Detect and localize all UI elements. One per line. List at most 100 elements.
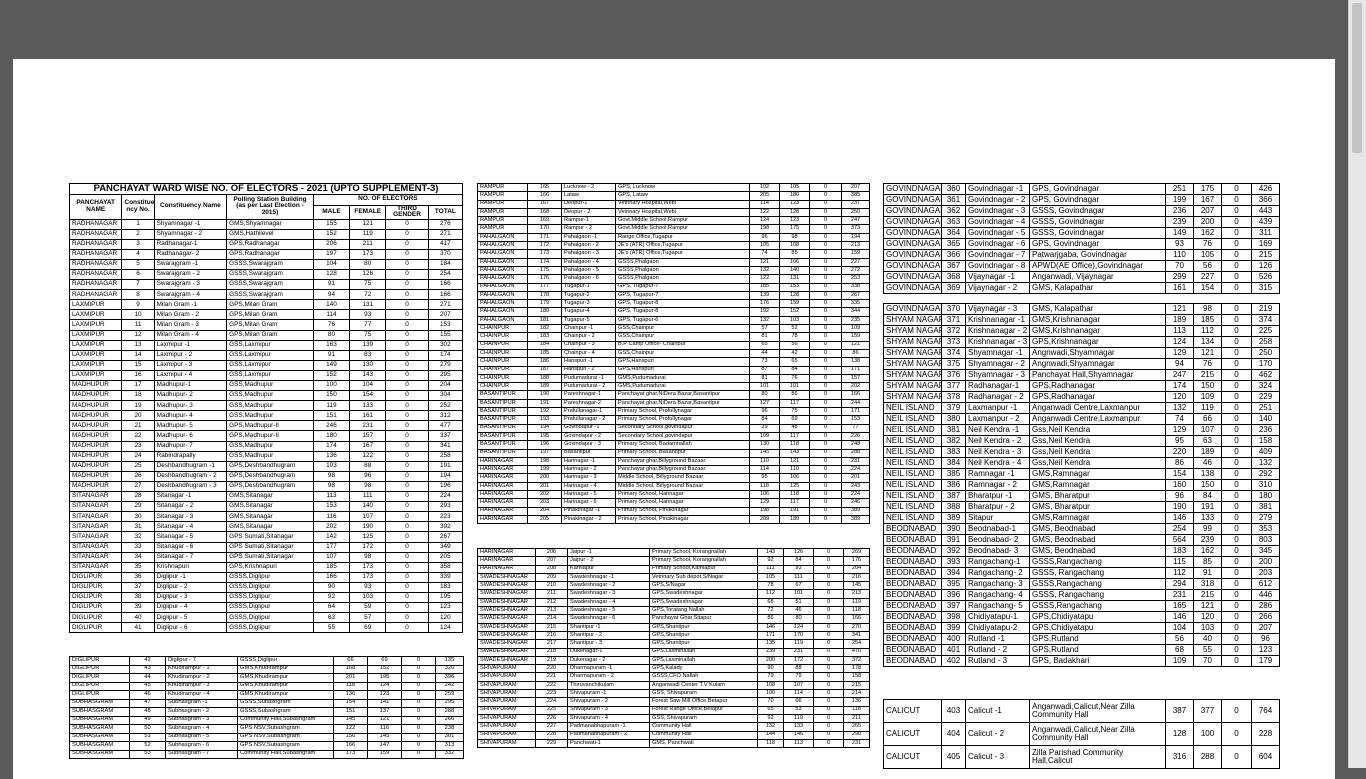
table-row: NEIL ISLAND 384 Neil Kendra - 4 Gss,Neil Ke… (883, 457, 1280, 469)
cell-constituency-name: Deopur-1 (561, 199, 616, 209)
cell-male: 63 (312, 612, 351, 624)
table-row: SHYAM NAGAR 374 Shyamnagar -1 Angnwadi,Shya… (883, 347, 1280, 359)
cell-constituency-no: 183 (527, 332, 562, 342)
cell-constituency-no: 43 (129, 664, 166, 674)
cell-total: 304 (427, 390, 464, 402)
cell-male: 198 (749, 224, 780, 234)
cell-male: 118 (749, 481, 780, 492)
cell-total: 315 (1251, 282, 1280, 294)
cell-panchayat: SHYAM NAGAR (883, 325, 942, 337)
table-row: SITANAGAR 28 Sitanagar -1 GMS,Sitanagar 113 1… (68, 491, 464, 503)
cell-polling-station: Anganwadi,Calicut,Near Zilla Community H… (1029, 722, 1166, 746)
cell-panchayat: LAXMIPUR (68, 359, 123, 371)
cell-constituency-name: Shivapuram - 4 (567, 713, 650, 724)
table-row: SWADESHNAGAR 217 Shantipur - 3 GPS,Shantipu… (477, 639, 870, 649)
cell-polling-station: Zilla Parishad Community Hall,Calicut (1029, 745, 1166, 769)
cell-total: 153 (427, 319, 464, 331)
cell-constituency-no: 170 (527, 224, 562, 234)
cell-polling-station: GPS, Lataw (615, 191, 750, 201)
cell-total: 253 (841, 274, 870, 284)
cell-constituency-name: Kamlapur (567, 564, 650, 574)
cell-female: 122 (349, 450, 387, 462)
table-row: BEODNABAD 394 Rangachang- 2 GSSS, Rangachan… (883, 567, 1280, 579)
cell-constituency-name: Madhupur- 4 (153, 410, 228, 422)
cell-total: 265 (843, 722, 870, 732)
cell-total: 439 (1251, 216, 1280, 228)
cell-total: 290 (843, 730, 870, 740)
cell-panchayat: NEIL ISLAND (883, 490, 942, 502)
cell-constituency-name: Harinagar - 4 (561, 481, 616, 492)
cell-male: 127 (749, 398, 780, 409)
cell-polling-station: GSS,Madhupur (226, 440, 314, 452)
cell-constituency-no: 208 (535, 564, 568, 574)
cell-total: 86 (841, 348, 870, 359)
cell-total: 229 (1251, 391, 1280, 403)
cell-male: 105 (757, 572, 784, 583)
cell-female: 99 (1193, 523, 1222, 535)
cell-constituency-name: Rutland -1 (965, 633, 1030, 645)
cell-third-gender: 0 (813, 672, 844, 682)
cell-third-gender: 0 (809, 241, 842, 251)
cell-female: 77 (349, 319, 387, 331)
cell-male: 201 (333, 673, 368, 683)
cell-polling-station: GPS,Shantipur (649, 639, 758, 649)
table-row: SHYAM NAGAR 376 Shyamnagar - 3 Panchayat Ha… (883, 369, 1280, 381)
cell-constituency-no: 30 (121, 511, 155, 523)
cell-third-gender: 0 (385, 531, 429, 543)
cell-male: 124 (749, 216, 780, 226)
cell-constituency-no: 22 (121, 430, 155, 442)
cell-third-gender: 0 (813, 647, 844, 657)
cell-male: 177 (312, 541, 351, 553)
cell-constituency-name: Rangachang- 5 (965, 600, 1030, 612)
cell-constituency-name: Govindnagar - 2 (965, 194, 1030, 206)
cell-panchayat: BEODNABAD (883, 655, 942, 667)
cell-female: 85 (1193, 556, 1222, 568)
cell-constituency-name: Pinakinagar - 2 (561, 514, 616, 525)
cell-panchayat: SITANAGAR (68, 551, 123, 563)
cell-male: 155 (312, 218, 351, 230)
cell-total: 341 (427, 440, 464, 452)
cell-constituency-no: 186 (527, 357, 562, 367)
header-female: FEMALE (349, 204, 387, 220)
cell-female: 48 (779, 423, 810, 433)
cell-female: 318 (1193, 578, 1222, 590)
cell-polling-station: GMS,Shyamnagar (226, 218, 314, 230)
cell-third-gender: 0 (809, 440, 842, 450)
table-row: BEODNABAD 392 Beodnabad- 3 GMS, Beodnabad 18… (883, 545, 1280, 557)
cell-constituency-no: 48 (129, 707, 166, 717)
cell-constituency-no: 374 (941, 347, 966, 359)
cell-panchayat: RADHANAGAR (68, 258, 123, 270)
cell-constituency-name: Govindnagar - 3 (965, 205, 1030, 217)
cell-constituency-no: 51 (129, 732, 166, 742)
cell-male: 190 (1165, 501, 1194, 513)
cell-constituency-no: 388 (941, 501, 966, 513)
cell-constituency-name: Swarajgram - 3 (153, 279, 228, 291)
cell-polling-station: GSS,Laxmipur (226, 339, 314, 351)
cell-panchayat: SWADESHNAGAR (477, 614, 536, 624)
cell-polling-station: GSS,Madhupur (226, 410, 314, 422)
cell-constituency-no: 184 (527, 340, 562, 350)
cell-polling-station: GPS,Milan Gram (226, 309, 314, 321)
cell-total: 243 (841, 481, 870, 492)
cell-total: 166 (427, 279, 464, 291)
cell-third-gender: 0 (809, 456, 842, 467)
cell-third-gender: 0 (809, 448, 842, 458)
cell-third-gender: 0 (1221, 413, 1252, 425)
cell-polling-station: GPS,Swadeshnagar (649, 597, 758, 608)
cell-female: 100 (1193, 722, 1222, 746)
cell-total: 215 (843, 680, 870, 691)
cell-male: 109 (1165, 655, 1194, 667)
cell-female: 152 (779, 307, 810, 317)
cell-third-gender: 0 (385, 480, 429, 493)
scrollbar-thumb[interactable] (1352, 3, 1362, 153)
cell-polling-station: Secondary School,govindapur (615, 431, 750, 442)
cell-female: 86 (779, 390, 810, 400)
cell-total: 219 (1251, 303, 1280, 315)
cell-female: 118 (779, 440, 810, 450)
cell-female: 75 (349, 329, 387, 341)
cell-panchayat: LAXMIPUR (68, 329, 123, 341)
cell-constituency-no: 192 (527, 406, 562, 417)
cell-panchayat: CHAINPUR (477, 373, 528, 384)
vertical-scrollbar[interactable] (1348, 0, 1366, 768)
cell-total: 409 (1251, 446, 1280, 458)
